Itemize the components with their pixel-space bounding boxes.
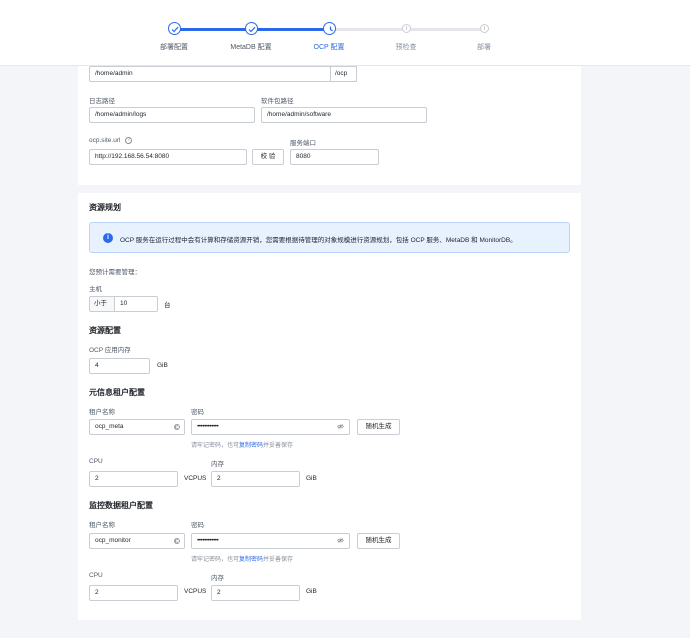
meta-tenant-title: 元信息租户配置 bbox=[89, 388, 145, 397]
software-path-label: 软件包路径 bbox=[261, 98, 294, 105]
service-port-input[interactable]: 8080 bbox=[290, 149, 379, 165]
eye-invisible-icon[interactable] bbox=[337, 538, 344, 543]
step-4-pending-icon bbox=[402, 24, 411, 33]
step-1-label: 部署配置 bbox=[160, 44, 188, 51]
monitor-memory-input[interactable]: 2 bbox=[211, 585, 300, 601]
install-path-suffix: /ocp bbox=[330, 66, 357, 82]
meta-memory-input[interactable]: 2 bbox=[211, 471, 300, 487]
info-alert-text: OCP 服务在运行过程中会有计算和存储资源开销，您需要根据待管理的对象规模进行资… bbox=[120, 237, 517, 244]
service-port-label: 服务端口 bbox=[290, 140, 316, 147]
path-config-card: /home/admin /ocp 日志路径 /home/admin/logs 软… bbox=[78, 66, 581, 185]
meta-random-generate-button[interactable]: 随机生成 bbox=[357, 419, 400, 435]
steps-bar: 部署配置 MetaDB 配置 OCP 配置 预检查 部署 bbox=[0, 0, 690, 66]
step-1-check-icon bbox=[168, 22, 181, 35]
resource-config-title: 资源配置 bbox=[89, 326, 121, 335]
meta-cpu-input[interactable]: 2 bbox=[89, 471, 178, 487]
meta-cpu-unit: VCPUS bbox=[184, 475, 207, 482]
monitor-memory-label: 内存 bbox=[211, 575, 224, 582]
ocp-memory-label: OCP 应用内存 bbox=[89, 347, 131, 354]
log-path-input[interactable]: /home/admin/logs bbox=[89, 107, 255, 123]
meta-memory-label: 内存 bbox=[211, 461, 224, 468]
site-url-input[interactable]: http://192.168.56.54:8080 bbox=[89, 149, 247, 165]
monitor-cpu-input[interactable]: 2 bbox=[89, 585, 178, 601]
question-icon[interactable]: ? bbox=[125, 137, 132, 144]
clear-icon[interactable] bbox=[174, 424, 180, 430]
meta-memory-unit: GiB bbox=[306, 475, 317, 482]
log-path-label: 日志路径 bbox=[89, 98, 115, 105]
clear-icon[interactable] bbox=[174, 538, 180, 544]
steps-header: 部署配置 MetaDB 配置 OCP 配置 预检查 部署 bbox=[0, 0, 690, 66]
monitor-random-generate-button[interactable]: 随机生成 bbox=[357, 533, 400, 549]
meta-hint-text-end: 并妥善保存 bbox=[263, 443, 294, 449]
site-url-label: ocp.site.url bbox=[89, 137, 121, 144]
monitor-tenant-name-input[interactable]: ocp_monitor bbox=[89, 533, 185, 549]
step-2-label: MetaDB 配置 bbox=[230, 44, 272, 51]
meta-tenant-password-label: 密码 bbox=[191, 409, 204, 416]
monitor-password-hint: 请牢记密码，也可复制密码并妥善保存 bbox=[191, 554, 293, 563]
monitor-tenant-password-input[interactable]: •••••••••••• bbox=[191, 533, 350, 549]
meta-hint-text: 请牢记密码，也可 bbox=[191, 443, 240, 449]
host-label: 主机 bbox=[89, 286, 102, 293]
eye-invisible-icon[interactable] bbox=[337, 424, 344, 429]
resource-planning-card: 资源规划 i OCP 服务在运行过程中会有计算和存储资源开销，您需要根据待管理的… bbox=[78, 193, 581, 620]
verify-button[interactable]: 校 验 bbox=[252, 149, 284, 165]
step-5-pending-icon bbox=[480, 24, 489, 33]
ocp-memory-unit: GiB bbox=[157, 362, 168, 369]
monitor-tenant-name-label: 租户名称 bbox=[89, 522, 115, 529]
info-icon: i bbox=[103, 233, 113, 243]
host-compare-select[interactable]: 小于 bbox=[89, 296, 115, 312]
monitor-hint-text-end: 并妥善保存 bbox=[263, 557, 294, 563]
info-alert: i OCP 服务在运行过程中会有计算和存储资源开销，您需要根据待管理的对象规模进… bbox=[89, 222, 570, 253]
ocp-memory-input[interactable]: 4 bbox=[89, 358, 150, 374]
meta-tenant-name-label: 租户名称 bbox=[89, 409, 115, 416]
step-4-label: 预检查 bbox=[395, 44, 417, 51]
monitor-tenant-password-label: 密码 bbox=[191, 522, 204, 529]
step-5-label: 部署 bbox=[477, 44, 491, 51]
meta-tenant-name-input[interactable]: ocp_meta bbox=[89, 419, 185, 435]
monitor-memory-unit: GiB bbox=[306, 588, 317, 595]
software-path-input[interactable]: /home/admin/software bbox=[261, 107, 427, 123]
monitor-cpu-label: CPU bbox=[89, 572, 103, 579]
install-path-input[interactable]: /home/admin bbox=[89, 66, 331, 82]
step-2-check-icon bbox=[245, 22, 258, 35]
meta-tenant-password-input[interactable]: •••••••••••• bbox=[191, 419, 350, 435]
resource-planning-title: 资源规划 bbox=[89, 203, 121, 212]
monitor-tenant-title: 监控数据租户配置 bbox=[89, 501, 153, 510]
host-count-input[interactable]: 10 bbox=[114, 296, 158, 312]
monitor-hint-text: 请牢记密码，也可 bbox=[191, 557, 240, 563]
manage-scale-label: 您预计需要管理： bbox=[89, 269, 141, 276]
host-unit: 台 bbox=[164, 302, 171, 309]
monitor-copy-password-link[interactable]: 复制密码 bbox=[239, 557, 263, 563]
meta-cpu-label: CPU bbox=[89, 458, 103, 465]
monitor-cpu-unit: VCPUS bbox=[184, 588, 207, 595]
meta-copy-password-link[interactable]: 复制密码 bbox=[239, 443, 263, 449]
meta-password-hint: 请牢记密码，也可复制密码并妥善保存 bbox=[191, 440, 293, 449]
step-3-clock-icon bbox=[323, 22, 336, 35]
step-3-label: OCP 配置 bbox=[313, 44, 345, 51]
